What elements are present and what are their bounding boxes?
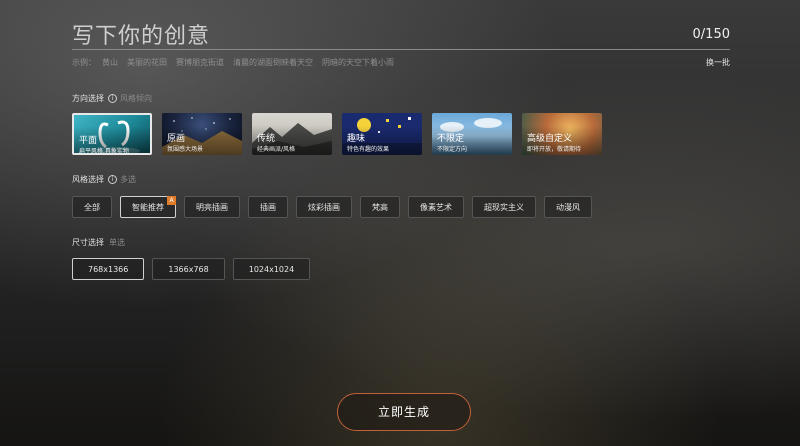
example-item[interactable]: 赛博朋克街道 — [176, 58, 224, 67]
style-hint: 多选 — [120, 175, 136, 184]
size-section-label: 尺寸选择 单选 — [72, 237, 125, 248]
style-chip-illustration[interactable]: 插画 — [248, 196, 288, 218]
direction-card-traditional[interactable]: 传统 经典画派/风格 — [252, 113, 332, 155]
size-label: 尺寸选择 — [72, 238, 104, 247]
example-prompts: 示例： 黄山 美丽的花田 赛博朋克街道 清晨的湖面倒映着天空 阴暗的天空下着小雨 — [72, 57, 403, 68]
style-chip-colorful-illustration[interactable]: 炫彩插画 — [296, 196, 352, 218]
direction-card-advanced-custom[interactable]: 高级自定义 即将开放，敬请期待 — [522, 113, 602, 155]
direction-section-label: 方向选择 i 风格倾向 — [72, 93, 152, 104]
size-options: 768x1366 1366x768 1024x1024 — [72, 258, 311, 280]
swap-examples-button[interactable]: 换一批 — [706, 57, 730, 68]
example-item[interactable]: 黄山 — [102, 58, 118, 67]
size-option-768x1366[interactable]: 768x1366 — [72, 258, 145, 280]
info-icon[interactable]: i — [108, 175, 117, 184]
style-section-label: 风格选择 i 多选 — [72, 174, 136, 185]
size-option-1366x768[interactable]: 1366x768 — [152, 258, 225, 280]
example-item[interactable]: 美丽的花田 — [127, 58, 167, 67]
direction-hint: 风格倾向 — [120, 94, 152, 103]
chip-label: 智能推荐 — [132, 203, 164, 212]
card-desc: 特色有趣的效果 — [347, 146, 390, 153]
card-desc: 经典画派/风格 — [257, 146, 296, 153]
direction-card-concept-art[interactable]: 原画 氛围感大场景 — [162, 113, 242, 155]
char-counter: 0/150 — [692, 27, 730, 42]
direction-cards: 平面 扁平风格,具象实物 原画 氛围感大场景 传统 经典画派/风格 趣味 特色有… — [72, 113, 602, 155]
example-item[interactable]: 清晨的湖面倒映着天空 — [233, 58, 313, 67]
card-name: 传统 — [257, 134, 276, 144]
card-desc: 不限定方向 — [437, 146, 468, 153]
style-chip-surrealism[interactable]: 超现实主义 — [472, 196, 536, 218]
prompt-title[interactable]: 写下你的创意 — [72, 18, 210, 50]
style-chip-smart-recommend[interactable]: 智能推荐 A — [120, 196, 176, 218]
card-name: 原画 — [167, 134, 186, 144]
card-name: 趣味 — [347, 134, 366, 144]
style-label: 风格选择 — [72, 175, 104, 184]
card-name: 不限定 — [437, 134, 465, 144]
style-options: 全部 智能推荐 A 明亮插画 插画 炫彩插画 梵高 像素艺术 超现实主义 动漫风 — [72, 196, 592, 218]
direction-card-flat[interactable]: 平面 扁平风格,具象实物 — [72, 113, 152, 155]
direction-card-unrestricted[interactable]: 不限定 不限定方向 — [432, 113, 512, 155]
card-desc: 氛围感大场景 — [167, 146, 204, 153]
card-desc: 扁平风格,具象实物 — [79, 148, 129, 155]
info-icon[interactable]: i — [108, 94, 117, 103]
card-name: 高级自定义 — [527, 134, 573, 144]
direction-card-fun[interactable]: 趣味 特色有趣的效果 — [342, 113, 422, 155]
style-chip-anime[interactable]: 动漫风 — [544, 196, 592, 218]
generate-button[interactable]: 立即生成 — [337, 393, 471, 431]
card-desc: 即将开放，敬请期待 — [527, 146, 582, 153]
style-chip-pixel-art[interactable]: 像素艺术 — [408, 196, 464, 218]
examples-label: 示例： — [72, 58, 96, 67]
size-hint: 单选 — [109, 238, 125, 247]
style-chip-bright-illustration[interactable]: 明亮插画 — [184, 196, 240, 218]
ai-badge-icon: A — [167, 196, 176, 205]
size-option-1024x1024[interactable]: 1024x1024 — [232, 258, 311, 280]
style-chip-all[interactable]: 全部 — [72, 196, 112, 218]
direction-label: 方向选择 — [72, 94, 104, 103]
prompt-underline — [72, 49, 730, 50]
example-item[interactable]: 阴暗的天空下着小雨 — [322, 58, 394, 67]
style-chip-van-gogh[interactable]: 梵高 — [360, 196, 400, 218]
card-name: 平面 — [79, 136, 98, 146]
